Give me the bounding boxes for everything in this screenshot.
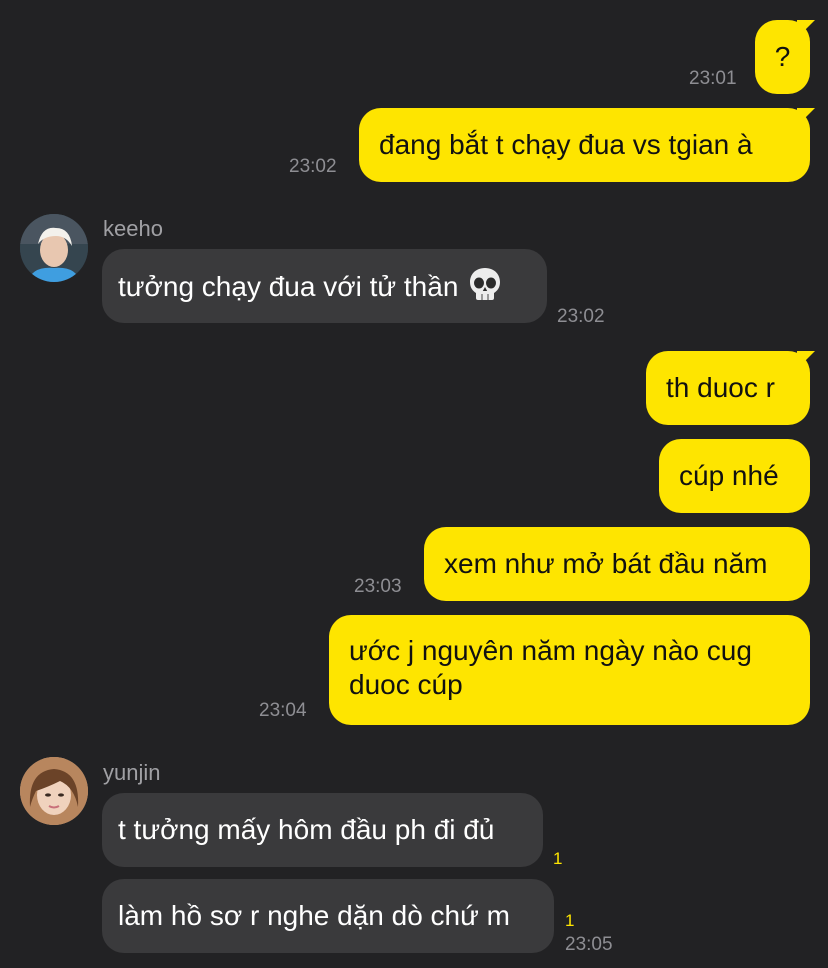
message-time: 23:01	[689, 68, 737, 89]
message-bubble-incoming[interactable]: t tưởng mấy hôm đầu ph đi đủ	[102, 793, 543, 867]
skull-icon	[468, 266, 502, 310]
sender-name: keeho	[103, 216, 163, 241]
avatar-keeho-image	[20, 214, 88, 282]
message-time: 23:02	[289, 156, 337, 177]
message-time: 23:03	[354, 576, 402, 597]
avatar-yunjin-image	[20, 757, 88, 825]
message-bubble-outgoing[interactable]: ước j nguyên năm ngày nào cug duoc cúp	[329, 615, 810, 725]
message-bubble-outgoing[interactable]: cúp nhé	[659, 439, 810, 513]
message-time: 23:04	[259, 700, 307, 721]
avatar-yunjin[interactable]	[20, 757, 88, 825]
chat-messages[interactable]: 23:01 ? 23:02 đang bắt t chạy đua vs tgi…	[0, 0, 828, 968]
message-time: 23:02	[557, 306, 605, 327]
message-bubble-outgoing[interactable]: xem như mở bát đầu năm	[424, 527, 810, 601]
message-bubble-outgoing[interactable]: th duoc r	[646, 351, 810, 425]
avatar-keeho[interactable]	[20, 214, 88, 282]
message-bubble-incoming[interactable]: làm hồ sơ r nghe dặn dò chứ m	[102, 879, 554, 953]
unread-count: 1	[553, 849, 563, 868]
message-bubble-outgoing[interactable]: đang bắt t chạy đua vs tgian à	[359, 108, 810, 182]
message-text: tưởng chạy đua với tử thần	[118, 271, 459, 302]
message-bubble-incoming[interactable]: tưởng chạy đua với tử thần	[102, 249, 547, 323]
sender-name: yunjin	[103, 760, 161, 785]
unread-count: 1	[565, 911, 575, 930]
message-time: 23:05	[565, 934, 613, 955]
